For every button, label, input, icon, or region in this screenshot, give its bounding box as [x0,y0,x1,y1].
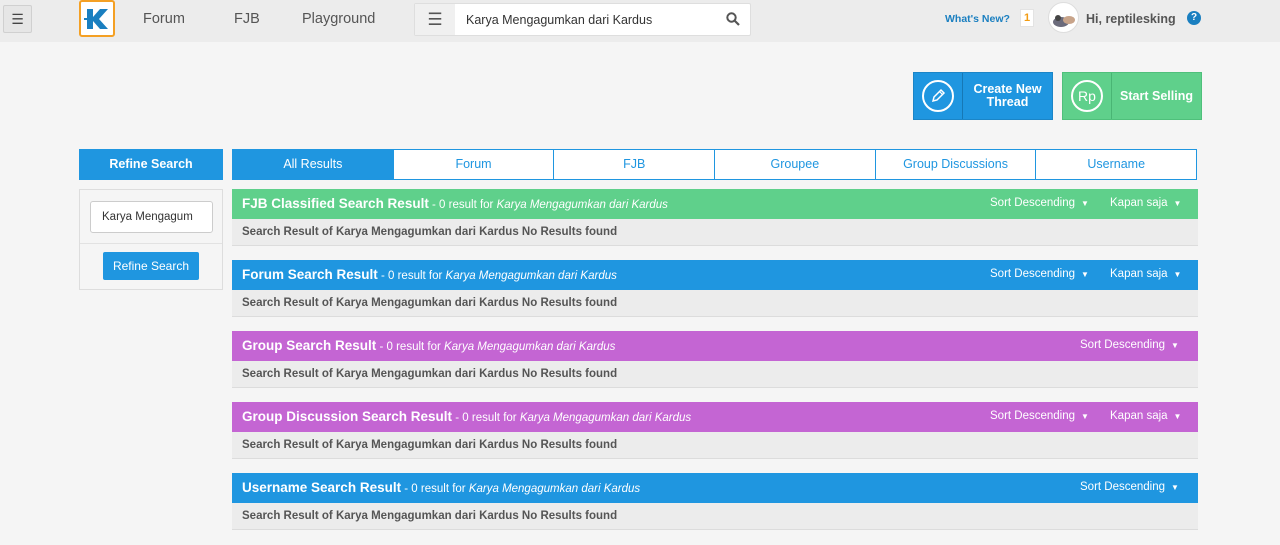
caret-down-icon: ▼ [1081,199,1089,208]
kaskus-logo[interactable] [79,0,115,37]
user-greeting[interactable]: Hi, reptilesking [1086,12,1176,26]
user-avatar[interactable] [1048,2,1079,33]
rupiah-icon: Rp [1063,73,1112,119]
time-filter-dropdown[interactable]: Kapan saja ▼ [1110,410,1181,422]
logo-k-icon [84,8,108,29]
forum-search-result-section: Forum Search Result - 0 result for Karya… [232,260,1198,317]
search-icon[interactable] [726,12,740,31]
caret-down-icon: ▼ [1173,199,1182,208]
group-discussion-search-result-section: Group Discussion Search Result - 0 resul… [232,402,1198,459]
tab-all-results[interactable]: All Results [232,149,394,180]
search-category-menu-icon[interactable]: ☰ [415,4,455,35]
caret-down-icon: ▼ [1081,412,1089,421]
search-query: Karya Mengagumkan dari Kardus [444,341,616,353]
top-navigation-bar: ☰ Forum FJB Playground ☰ Karya Mengagumk… [0,0,1280,42]
section-title: Forum Search Result - 0 result for Karya… [242,267,617,282]
no-results-message: Search Result of Karya Mengagumkan dari … [232,290,1198,317]
time-filter-dropdown[interactable]: Kapan saja ▼ [1110,268,1181,280]
section-header: Group Search Result - 0 result for Karya… [232,331,1198,361]
section-header: Group Discussion Search Result - 0 resul… [232,402,1198,432]
rupiah-symbol: Rp [1071,80,1103,112]
sort-dropdown[interactable]: Sort Descending ▼ [1080,339,1179,351]
help-icon[interactable]: ? [1187,11,1201,25]
username-search-result-section: Username Search Result - 0 result for Ka… [232,473,1198,530]
caret-down-icon: ▼ [1171,483,1179,492]
nav-playground-link[interactable]: Playground [302,11,375,27]
search-bar: ☰ Karya Mengagumkan dari Kardus [414,3,751,36]
tab-forum[interactable]: Forum [393,149,555,180]
tab-group-discussions[interactable]: Group Discussions [875,149,1037,180]
create-new-thread-label: Create New Thread [973,82,1042,109]
fjb-search-result-section: FJB Classified Search Result - 0 result … [232,189,1198,246]
search-query: Karya Mengagumkan dari Kardus [445,270,617,282]
section-header: Username Search Result - 0 result for Ka… [232,473,1198,503]
pencil-icon [914,73,963,119]
refine-search-header: Refine Search [79,149,223,180]
result-tabs: All Results Forum FJB Groupee Group Disc… [232,149,1198,180]
tab-username[interactable]: Username [1036,149,1198,180]
nav-fjb-link[interactable]: FJB [234,11,260,27]
sort-dropdown[interactable]: Sort Descending ▼ [1080,481,1179,493]
start-selling-button[interactable]: Rp Start Selling [1062,72,1202,120]
caret-down-icon: ▼ [1171,341,1179,350]
nav-forum-link[interactable]: Forum [143,11,185,27]
no-results-message: Search Result of Karya Mengagumkan dari … [232,432,1198,459]
sort-dropdown[interactable]: Sort Descending ▼ [990,197,1089,209]
time-filter-dropdown[interactable]: Kapan saja ▼ [1110,197,1181,209]
sort-dropdown[interactable]: Sort Descending ▼ [990,410,1089,422]
create-new-thread-button[interactable]: Create New Thread [913,72,1053,120]
caret-down-icon: ▼ [1173,412,1182,421]
search-query: Karya Mengagumkan dari Kardus [496,199,668,211]
section-title: Username Search Result - 0 result for Ka… [242,480,641,495]
section-title: FJB Classified Search Result - 0 result … [242,196,668,211]
notification-count-badge[interactable]: 1 [1020,9,1034,27]
group-search-result-section: Group Search Result - 0 result for Karya… [232,331,1198,388]
tab-groupee[interactable]: Groupee [715,149,876,180]
caret-down-icon: ▼ [1081,270,1089,279]
section-header: Forum Search Result - 0 result for Karya… [232,260,1198,290]
refine-search-button[interactable]: Refine Search [103,252,199,280]
start-selling-label: Start Selling [1120,89,1193,103]
no-results-message: Search Result of Karya Mengagumkan dari … [232,219,1198,246]
refine-search-panel: Karya Mengagum Refine Search [79,189,223,290]
sort-dropdown[interactable]: Sort Descending ▼ [990,268,1089,280]
section-title: Group Discussion Search Result - 0 resul… [242,409,692,424]
no-results-message: Search Result of Karya Mengagumkan dari … [232,503,1198,530]
refine-search-input[interactable]: Karya Mengagum [90,201,213,233]
hamburger-menu-icon[interactable]: ☰ [3,5,32,33]
section-header: FJB Classified Search Result - 0 result … [232,189,1198,219]
search-query: Karya Mengagumkan dari Kardus [519,412,692,424]
section-title: Group Search Result - 0 result for Karya… [242,338,616,353]
whats-new-link[interactable]: What's New? [945,13,1010,25]
caret-down-icon: ▼ [1173,270,1182,279]
panel-divider [80,243,222,244]
no-results-message: Search Result of Karya Mengagumkan dari … [232,361,1198,388]
search-query: Karya Mengagumkan dari Kardus [468,483,641,495]
tab-fjb[interactable]: FJB [554,149,716,180]
search-input[interactable]: Karya Mengagumkan dari Kardus [466,13,652,27]
